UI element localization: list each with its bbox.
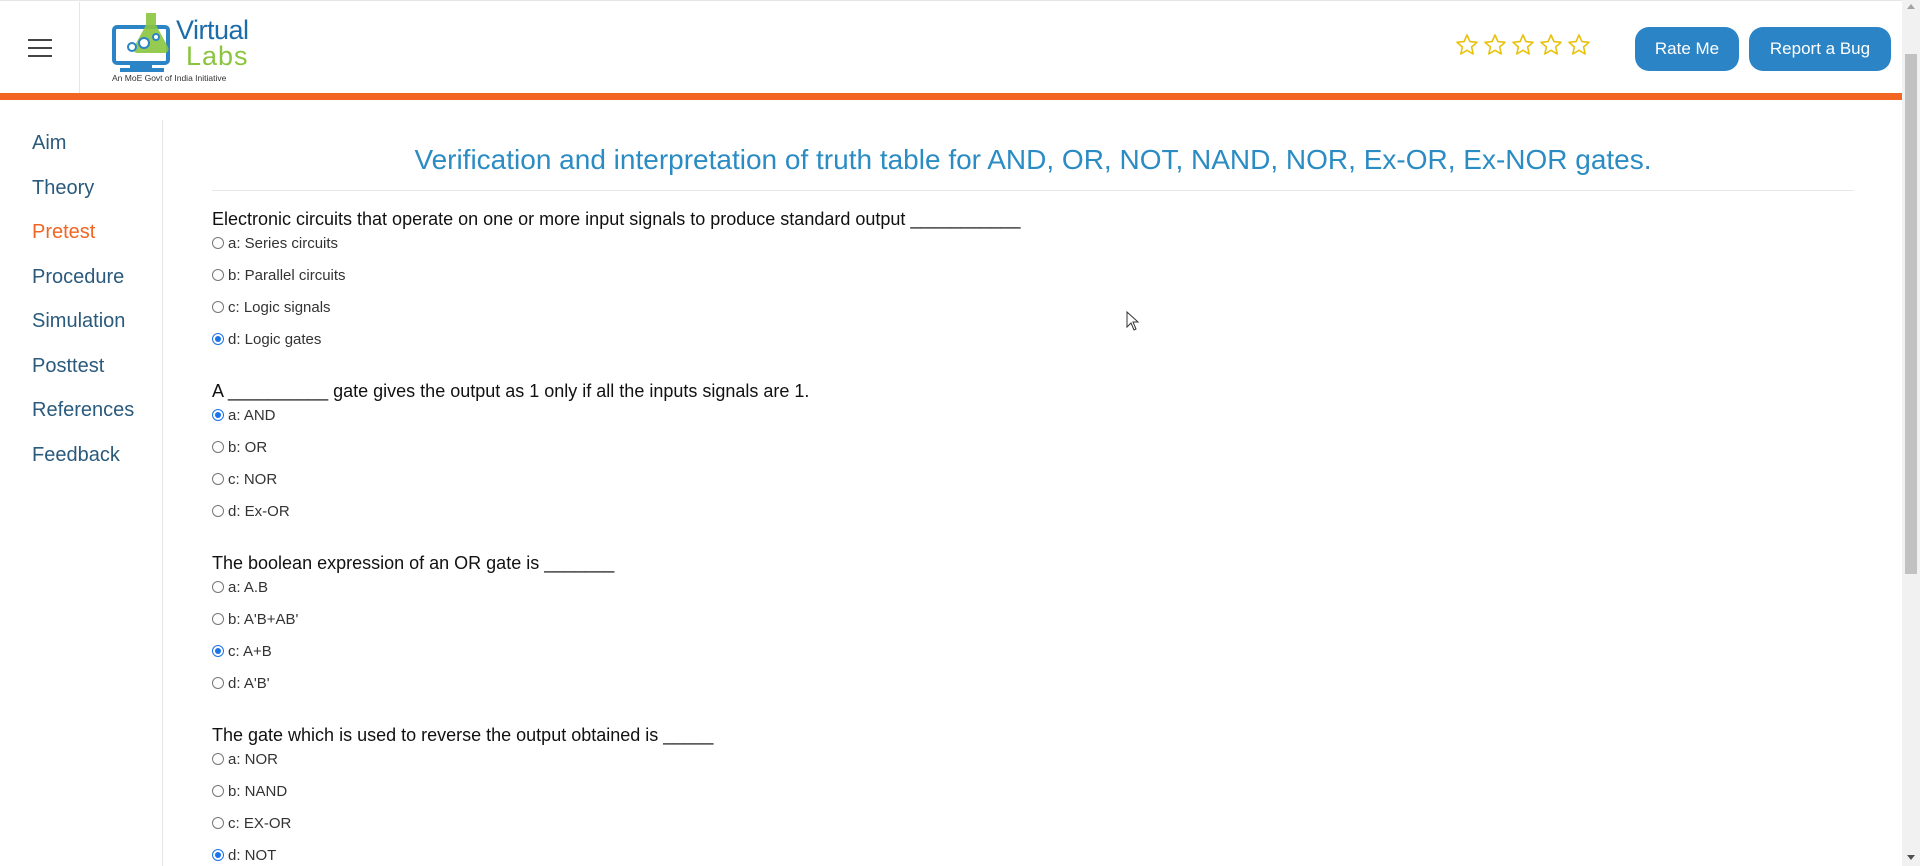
radio-button[interactable] xyxy=(212,237,224,249)
radio-button[interactable] xyxy=(212,753,224,765)
radio-button-checked[interactable] xyxy=(212,849,224,861)
star-icon[interactable] xyxy=(1539,33,1563,57)
answer-option-label: d: A'B' xyxy=(228,674,270,692)
answer-option-label: c: A+B xyxy=(228,642,272,660)
answer-option-label: a: AND xyxy=(228,406,276,424)
question-text: Electronic circuits that operate on one … xyxy=(212,209,1021,229)
question-text: A __________ gate gives the output as 1 … xyxy=(212,381,810,401)
virtual-labs-logo[interactable]: Virtual Labs An MoE Govt of India Initia… xyxy=(108,7,258,89)
logo-tagline: An MoE Govt of India Initiative xyxy=(112,73,227,83)
answer-option[interactable]: d: Logic gates xyxy=(212,329,321,349)
radio-button[interactable] xyxy=(212,441,224,453)
menu-toggle-button[interactable] xyxy=(0,2,80,94)
sidebar-item-aim[interactable]: Aim xyxy=(32,132,66,155)
logo-word-labs: Labs xyxy=(186,41,249,71)
radio-button[interactable] xyxy=(212,269,224,281)
radio-button[interactable] xyxy=(212,613,224,625)
sidebar-item-simulation[interactable]: Simulation xyxy=(32,310,125,333)
star-icon[interactable] xyxy=(1567,33,1591,57)
answer-option[interactable]: a: A.B xyxy=(212,577,268,597)
answer-option[interactable]: d: Ex-OR xyxy=(212,501,290,521)
answer-option-label: b: NAND xyxy=(228,782,288,800)
radio-button[interactable] xyxy=(212,301,224,313)
answer-option[interactable]: a: Series circuits xyxy=(212,233,338,253)
star-rating xyxy=(1455,33,1591,57)
star-icon[interactable] xyxy=(1455,33,1479,57)
answer-option-label: c: NOR xyxy=(228,470,278,488)
answer-option[interactable]: c: NOR xyxy=(212,469,277,489)
sidebar-item-references[interactable]: References xyxy=(32,399,134,422)
radio-button-checked[interactable] xyxy=(212,409,224,421)
title-divider xyxy=(212,190,1854,191)
answer-option-label: d: Logic gates xyxy=(228,330,322,348)
radio-button[interactable] xyxy=(212,581,224,593)
answer-option-label: d: NOT xyxy=(228,846,277,864)
page-scrollbar[interactable] xyxy=(1902,0,1920,866)
answer-option-label: c: Logic signals xyxy=(228,298,331,316)
scroll-thumb[interactable] xyxy=(1905,54,1917,574)
answer-option[interactable]: c: EX-OR xyxy=(212,813,291,833)
answer-option[interactable]: b: NAND xyxy=(212,781,287,801)
radio-button-checked[interactable] xyxy=(212,645,224,657)
answer-option-label: a: NOR xyxy=(228,750,279,768)
radio-button[interactable] xyxy=(212,785,224,797)
sidebar-item-posttest[interactable]: Posttest xyxy=(32,355,104,378)
answer-option[interactable]: b: A'B+AB' xyxy=(212,609,298,629)
answer-option-label: b: OR xyxy=(228,438,268,456)
question-text: The gate which is used to reverse the ou… xyxy=(212,725,714,745)
report-bug-button[interactable]: Report a Bug xyxy=(1749,27,1891,71)
question-text: The boolean expression of an OR gate is … xyxy=(212,553,615,573)
answer-option[interactable]: a: NOR xyxy=(212,749,278,769)
scroll-up-arrow-icon[interactable] xyxy=(1907,4,1915,9)
answer-option-label: a: A.B xyxy=(228,578,269,596)
radio-button[interactable] xyxy=(212,817,224,829)
scroll-down-arrow-icon[interactable] xyxy=(1907,855,1915,860)
answer-option[interactable]: c: A+B xyxy=(212,641,272,661)
star-icon[interactable] xyxy=(1483,33,1507,57)
sidebar-item-procedure[interactable]: Procedure xyxy=(32,266,124,289)
radio-button[interactable] xyxy=(212,473,224,485)
sidebar-item-theory[interactable]: Theory xyxy=(32,177,94,200)
radio-button[interactable] xyxy=(212,677,224,689)
star-icon[interactable] xyxy=(1511,33,1535,57)
top-header: Virtual Labs An MoE Govt of India Initia… xyxy=(0,0,1902,100)
answer-option-label: d: Ex-OR xyxy=(228,502,290,520)
radio-button[interactable] xyxy=(212,505,224,517)
answer-option[interactable]: b: OR xyxy=(212,437,267,457)
rate-me-button[interactable]: Rate Me xyxy=(1635,27,1739,71)
answer-option-label: c: EX-OR xyxy=(228,814,292,832)
sidebar-item-feedback[interactable]: Feedback xyxy=(32,444,120,467)
answer-option-label: b: Parallel circuits xyxy=(228,266,346,284)
radio-button-checked[interactable] xyxy=(212,333,224,345)
sidebar-item-pretest[interactable]: Pretest xyxy=(32,221,95,244)
hamburger-icon xyxy=(27,39,52,57)
answer-option-label: a: Series circuits xyxy=(228,234,339,252)
answer-option[interactable]: d: A'B' xyxy=(212,673,270,693)
header-accent-bar xyxy=(0,93,1902,100)
main-content: Verification and interpretation of truth… xyxy=(212,100,1854,866)
answer-option[interactable]: a: AND xyxy=(212,405,276,425)
sidebar-nav: Aim Theory Pretest Procedure Simulation … xyxy=(0,120,163,866)
flask-monitor-icon xyxy=(112,13,170,72)
answer-option[interactable]: d: NOT xyxy=(212,845,276,865)
answer-option-label: b: A'B+AB' xyxy=(228,610,299,628)
answer-option[interactable]: b: Parallel circuits xyxy=(212,265,346,285)
answer-option[interactable]: c: Logic signals xyxy=(212,297,331,317)
page-title: Verification and interpretation of truth… xyxy=(414,144,1652,175)
